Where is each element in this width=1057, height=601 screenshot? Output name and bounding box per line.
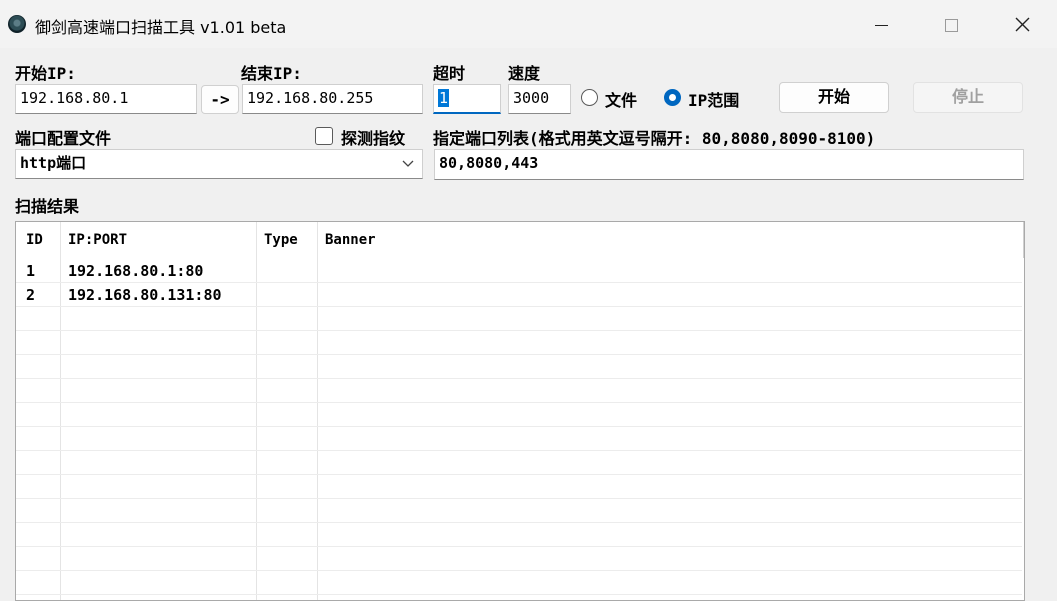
cell-ip-port: 192.168.80.131:80: [68, 286, 222, 304]
end-ip-label: 结束IP:: [241, 64, 302, 83]
empty-row: [16, 451, 1022, 475]
empty-row: [16, 355, 1022, 379]
table-row[interactable]: 2 192.168.80.131:80: [16, 283, 1022, 307]
title-bar: 御剑高速端口扫描工具 v1.01 beta: [0, 0, 1057, 48]
minimize-button[interactable]: [846, 0, 916, 48]
probe-fingerprint-label[interactable]: 探测指纹: [341, 125, 405, 149]
ip-range-mode-label[interactable]: IP范围: [688, 87, 739, 111]
empty-row: [16, 499, 1022, 523]
timeout-input[interactable]: 1: [433, 84, 501, 114]
column-header-id[interactable]: ID: [26, 232, 43, 248]
empty-row: [16, 523, 1022, 547]
header-end-separator: [1023, 222, 1024, 258]
empty-row: [16, 427, 1022, 451]
port-config-value: http端口: [20, 154, 87, 172]
port-list-input[interactable]: 80,8080,443: [434, 149, 1024, 180]
port-list-label: 指定端口列表(格式用英文逗号隔开: 80,8080,8090-8100): [433, 129, 876, 148]
empty-row: [16, 475, 1022, 499]
close-button[interactable]: [987, 0, 1057, 48]
timeout-label: 超时: [433, 64, 466, 83]
empty-row: [16, 403, 1022, 427]
stop-button[interactable]: 停止: [913, 82, 1023, 113]
arrow-copy-button[interactable]: ->: [201, 85, 239, 114]
column-header-ip-port[interactable]: IP:PORT: [68, 232, 127, 248]
scan-results-label: 扫描结果: [15, 197, 80, 216]
table-row[interactable]: 1 192.168.80.1:80: [16, 259, 1022, 283]
file-mode-radio[interactable]: [581, 89, 598, 106]
port-config-label: 端口配置文件: [15, 129, 112, 148]
empty-row: [16, 331, 1022, 355]
port-config-select[interactable]: http端口: [15, 149, 423, 179]
timeout-value: 1: [438, 89, 450, 107]
cell-id: 2: [26, 286, 36, 304]
speed-input[interactable]: 3000: [508, 84, 571, 114]
results-table[interactable]: ID IP:PORT Type Banner 1 192.168.80.1:80…: [15, 221, 1025, 601]
cell-id: 1: [26, 262, 36, 280]
app-icon: [8, 15, 26, 33]
chevron-down-icon: [402, 160, 414, 167]
file-mode-label[interactable]: 文件: [605, 87, 637, 111]
column-header-banner[interactable]: Banner: [325, 232, 376, 248]
empty-row: [16, 379, 1022, 403]
speed-label: 速度: [508, 64, 541, 83]
empty-row: [16, 547, 1022, 571]
start-ip-label: 开始IP:: [15, 64, 76, 83]
start-ip-input[interactable]: 192.168.80.1: [15, 84, 197, 114]
probe-fingerprint-checkbox[interactable]: [315, 127, 333, 145]
empty-row: [16, 307, 1022, 331]
cell-ip-port: 192.168.80.1:80: [68, 262, 204, 280]
start-button[interactable]: 开始: [779, 82, 889, 113]
column-header-type[interactable]: Type: [264, 232, 298, 248]
end-ip-input[interactable]: 192.168.80.255: [242, 84, 423, 114]
empty-row: [16, 571, 1022, 595]
window-title: 御剑高速端口扫描工具 v1.01 beta: [35, 18, 287, 37]
ip-range-mode-radio[interactable]: [664, 89, 681, 106]
close-icon: [1015, 17, 1030, 32]
maximize-button[interactable]: [916, 0, 986, 48]
